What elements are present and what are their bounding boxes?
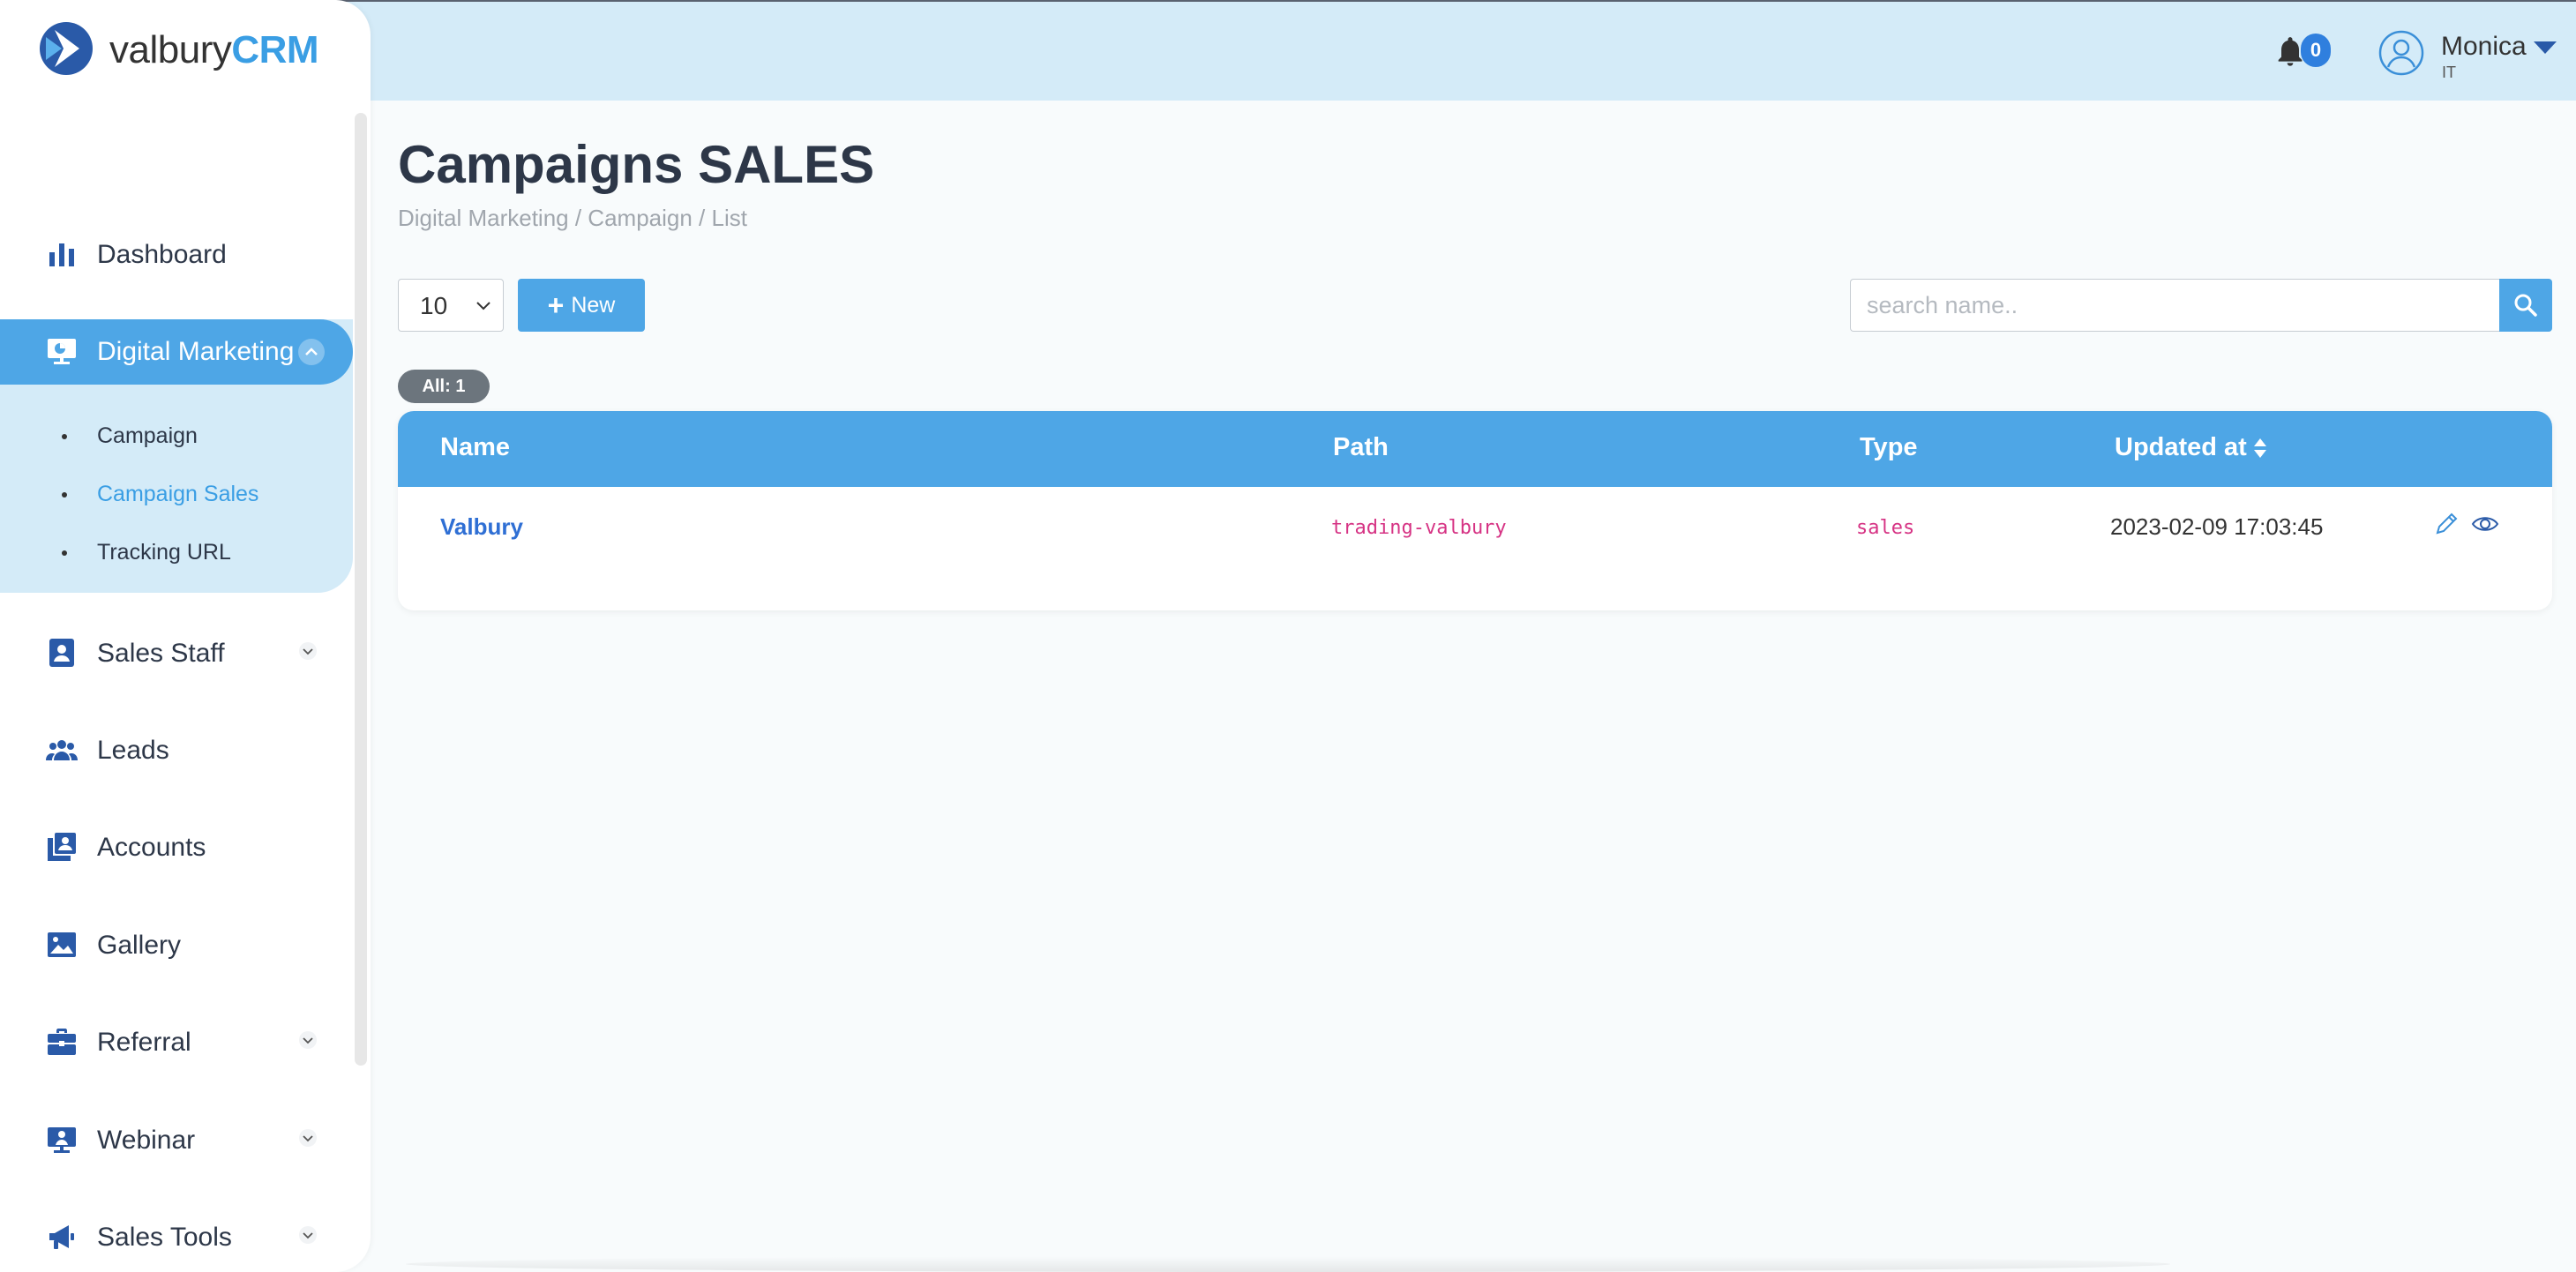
logo[interactable]: valburyCRM (39, 21, 392, 83)
sort-icon[interactable] (2252, 437, 2268, 460)
users-icon (46, 734, 79, 767)
per-page-select[interactable]: 10 (398, 279, 504, 332)
column-header-path: Path (1333, 433, 1389, 461)
contacts-icon (46, 831, 79, 864)
megaphone-icon (46, 1221, 79, 1254)
search-icon (2514, 294, 2537, 317)
logo-prefix: valbury (109, 28, 232, 71)
sidebar-item-accounts[interactable]: Accounts (0, 815, 353, 880)
sidebar-subitem-label: Tracking URL (97, 540, 231, 565)
chevron-down-icon[interactable] (298, 1030, 323, 1055)
sidebar-item-label: Gallery (97, 931, 182, 960)
sidebar-item-label: Referral (97, 1028, 191, 1057)
column-header-name: Name (440, 433, 510, 461)
campaign-type: sales (1856, 517, 1915, 539)
sidebar-item-label: Dashboard (97, 240, 227, 269)
sidebar-item-leads[interactable]: Leads (0, 718, 353, 783)
user-name[interactable]: Monica (2441, 32, 2527, 62)
sidebar-item-label: Digital Marketing (97, 337, 295, 366)
new-button-label: New (571, 292, 616, 318)
table-header: Name Path Type Updated at (398, 411, 2552, 487)
briefcase-icon (46, 1026, 79, 1059)
search-button[interactable] (2499, 279, 2552, 332)
bullet-icon (62, 550, 67, 556)
campaign-updated-at: 2023-02-09 17:03:45 (2110, 513, 2324, 540)
campaign-name-link[interactable]: Valbury (440, 513, 523, 541)
image-icon (46, 929, 79, 962)
new-campaign-button[interactable]: + New (518, 279, 645, 332)
sidebar-item-label: Sales Staff (97, 639, 225, 668)
logo-icon (39, 21, 95, 76)
sidebar-item-sales-tools[interactable]: Sales Tools (0, 1205, 353, 1270)
user-role: IT (2442, 64, 2456, 81)
sidebar-subitem-tracking-url[interactable]: Tracking URL (0, 531, 353, 575)
sidebar-item-label: Sales Tools (97, 1223, 232, 1252)
per-page-value: 10 (420, 292, 448, 319)
chevron-down-icon[interactable] (298, 1225, 323, 1250)
bullet-icon (62, 492, 67, 498)
campaign-path: trading-valbury (1331, 517, 1507, 539)
sidebar-item-label: Webinar (97, 1126, 196, 1155)
page-title: Campaigns SALES (398, 135, 875, 194)
sidebar-item-label: Accounts (97, 833, 206, 862)
bullet-icon (62, 434, 67, 439)
campaigns-table: Name Path Type Updated at Valbury tradin… (398, 411, 2552, 610)
chevron-down-icon[interactable] (298, 641, 323, 666)
sidebar-subitem-campaign-sales[interactable]: Campaign Sales (0, 473, 353, 517)
count-badge: All: 1 (398, 370, 490, 403)
view-eye-icon[interactable] (2471, 510, 2501, 540)
sidebar-subitem-label: Campaign (97, 423, 198, 448)
sidebar-subitem-label: Campaign Sales (97, 482, 259, 506)
notification-count-badge: 0 (2301, 34, 2331, 67)
chevron-up-icon[interactable] (298, 339, 325, 365)
sidebar-scrollbar[interactable] (355, 113, 367, 1066)
presentation-chart-icon (46, 335, 79, 369)
sidebar-item-referral[interactable]: Referral (0, 1010, 353, 1075)
bar-chart-icon (46, 238, 79, 272)
sidebar-item-dashboard[interactable]: Dashboard (0, 222, 353, 288)
sidebar-item-sales-staff[interactable]: Sales Staff (0, 621, 353, 686)
webinar-icon (46, 1124, 79, 1157)
sidebar-subitem-campaign[interactable]: Campaign (0, 415, 353, 459)
sidebar: valburyCRM Dashboard Digital Marketing C… (0, 0, 371, 1272)
chevron-down-icon (475, 299, 492, 313)
sidebar-item-webinar[interactable]: Webinar (0, 1108, 353, 1173)
search-input[interactable] (1850, 279, 2499, 332)
breadcrumb[interactable]: Digital Marketing / Campaign / List (398, 205, 747, 232)
column-header-updated-at[interactable]: Updated at (2115, 433, 2268, 462)
chevron-down-icon[interactable] (2532, 39, 2558, 56)
chevron-down-icon[interactable] (298, 1128, 323, 1153)
bottom-shadow (406, 1256, 2170, 1272)
column-header-type: Type (1860, 433, 1918, 461)
logo-suffix: CRM (231, 28, 319, 71)
sidebar-item-digital-marketing[interactable]: Digital Marketing (0, 319, 353, 385)
edit-icon[interactable] (2432, 510, 2462, 540)
sidebar-item-gallery[interactable]: Gallery (0, 913, 353, 978)
column-header-label: Updated at (2115, 433, 2247, 461)
user-circle-icon[interactable] (2378, 30, 2424, 76)
logo-text: valburyCRM (109, 28, 319, 72)
id-badge-icon (46, 637, 79, 670)
plus-icon: + (547, 289, 565, 321)
sidebar-item-label: Leads (97, 736, 169, 765)
